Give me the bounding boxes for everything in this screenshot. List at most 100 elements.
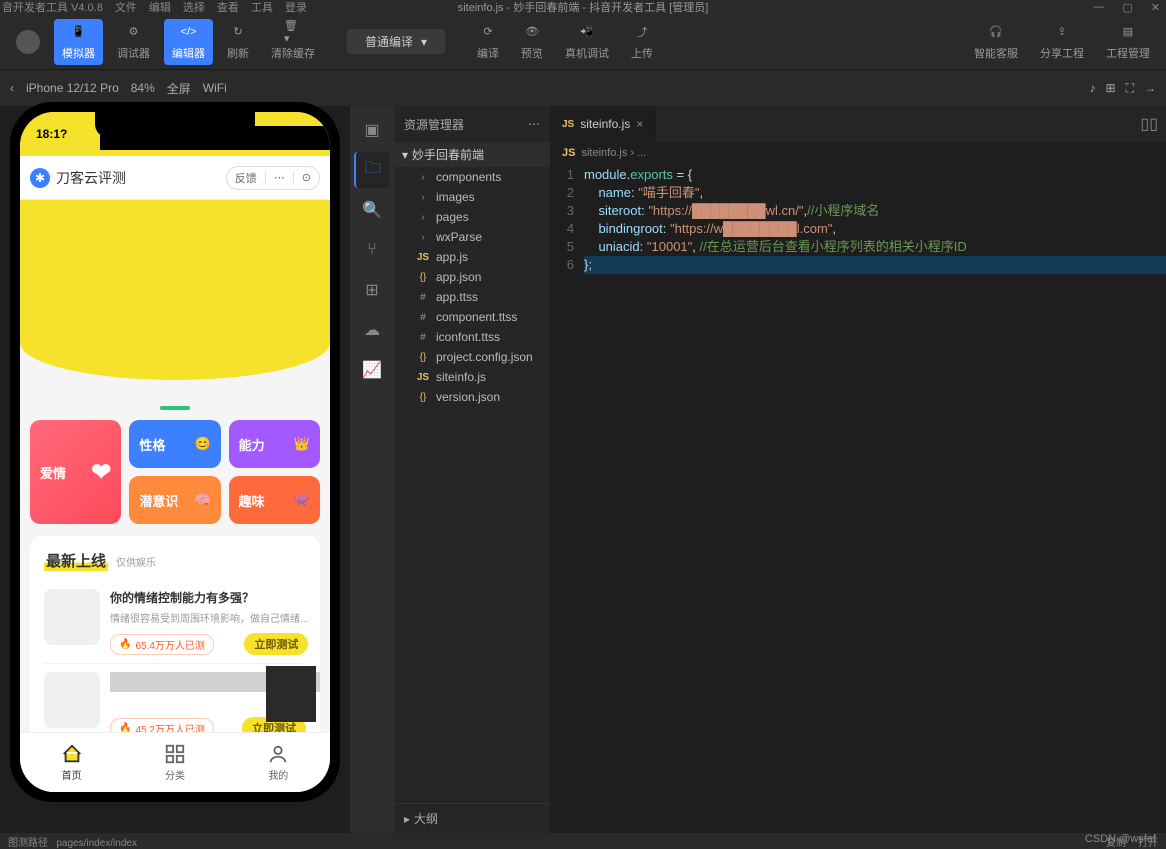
fire-tag: 🔥 65.4万万人已测 [110,634,214,655]
back-icon[interactable]: ‹ [10,81,14,95]
code-area[interactable]: 123456 module.exports = { name: "喵手回春", … [550,164,1166,833]
close-tab-icon[interactable]: × [636,117,643,131]
phone-frame: 18:1? ✱ 刀客云评测 反馈 ⋯ ⊙ [10,102,340,802]
upload-button[interactable]: ⤴上传 [623,19,661,65]
rail-extensions-icon[interactable]: ⊞ [354,272,390,308]
main: 18:1? ✱ 刀客云评测 反馈 ⋯ ⊙ [0,106,1166,833]
minimize-icon[interactable]: — [1093,1,1104,14]
grid-icon[interactable]: ⊞ [1106,81,1116,96]
rail-files-icon[interactable]: 🗀 [354,152,390,188]
section-title: 最新上线 [44,550,108,571]
zoom-select[interactable]: 84% [131,81,155,95]
phone-hero [20,200,330,380]
outline-section[interactable]: ▸ 大纲 [394,803,550,833]
category-love[interactable]: 爱情❤ [30,420,121,524]
explorer-title: 资源管理器 [404,116,464,133]
category-fun[interactable]: 趣味👾 [229,476,320,524]
list-item[interactable]: 你的情绪控制能力有多强？ 情绪很容易受到周围环境影响，做自己情绪... 🔥 65… [44,581,306,664]
thumbnail [44,672,100,728]
rail-home-icon[interactable]: ▣ [354,112,390,148]
rail-stats-icon[interactable]: 📈 [354,352,390,388]
phone-notch [95,112,255,138]
tab-category[interactable]: 分类 [123,733,226,792]
file-item[interactable]: #component.ttss [394,307,550,327]
maximize-icon[interactable]: ▢ [1122,1,1132,14]
real-button[interactable]: 📲真机调试 [557,19,617,65]
folder-item[interactable]: ›images [394,187,550,207]
simulator-pane: 18:1? ✱ 刀客云评测 反馈 ⋯ ⊙ [0,106,350,833]
file-item[interactable]: JSapp.js [394,247,550,267]
clear-cache-button[interactable]: 🗑 ▾清除缓存 [263,19,323,65]
menu-file[interactable]: 文件 [115,0,137,15]
rail-search-icon[interactable]: 🔍 [354,192,390,228]
more-icon[interactable]: ⋯ [528,117,540,131]
window-title: siteinfo.js - 妙手回春前端 - 抖音开发者工具 [管理员] [458,0,709,15]
project-root[interactable]: ▾ 妙手回春前端 [394,142,550,167]
fullscreen-button[interactable]: 全屏 [167,80,191,97]
simulator-button[interactable]: 📱模拟器 [54,19,103,65]
breadcrumb[interactable]: JS siteinfo.js › ... [550,142,1166,164]
editor-pane: JS siteinfo.js × ▯▯ JS siteinfo.js › ...… [550,106,1166,833]
titlebar: 音开发者工具 V4.0.8 文件 编辑 选择 查看 工具 登录 siteinfo… [0,0,1166,14]
device-select[interactable]: iPhone 12/12 Pro [26,81,119,95]
split-icon[interactable]: ▯▯ [1132,106,1166,142]
tab-mine[interactable]: 我的 [227,733,330,792]
simulator-bar: ‹ iPhone 12/12 Pro 84% 全屏 WiFi ♪ ⊞ ⛶ → [0,70,1166,106]
folder-item[interactable]: ›wxParse [394,227,550,247]
explorer: 资源管理器 ⋯ ▾ 妙手回春前端 ›components›images›page… [394,106,550,833]
rail-cloud-icon[interactable]: ☁ [354,312,390,348]
avatar[interactable] [8,26,48,58]
debugger-button[interactable]: ⚙调试器 [109,19,158,65]
editor-tab[interactable]: JS siteinfo.js × [550,106,656,142]
toolbar: 📱模拟器 ⚙调试器 </>编辑器 ↻刷新 🗑 ▾清除缓存 普通编译▾ ⟳编译 👁… [0,14,1166,70]
arrow-icon[interactable]: → [1144,81,1156,96]
watermark: CSDN @wsfef [1085,833,1156,845]
scan-icon[interactable]: ⛶ [1126,81,1134,96]
menu-select[interactable]: 选择 [183,0,205,15]
folder-item[interactable]: ›components [394,167,550,187]
phone-tabbar: 首页 分类 我的 [20,732,330,792]
rail-source-icon[interactable]: ⑂ [354,232,390,268]
preview-button[interactable]: 👁预览 [513,19,551,65]
file-item[interactable]: {}project.config.json [394,347,550,367]
close-icon[interactable]: ✕ [1151,1,1160,14]
menu-view[interactable]: 查看 [217,0,239,15]
category-ability[interactable]: 能力👑 [229,420,320,468]
status-path: 图测路径 pages/index/index [8,834,137,849]
share-button[interactable]: ⇪分享工程 [1032,19,1092,65]
file-item[interactable]: {}version.json [394,387,550,407]
menu-edit[interactable]: 编辑 [149,0,171,15]
menu-tool[interactable]: 工具 [251,0,273,15]
music-icon[interactable]: ♪ [1090,81,1096,96]
thumbnail [44,589,100,645]
file-item[interactable]: {}app.json [394,267,550,287]
capsule-button[interactable]: 反馈 ⋯ ⊙ [226,166,320,190]
menu-icon[interactable]: ⋯ [274,171,285,184]
compile-mode-select[interactable]: 普通编译▾ [347,29,445,54]
tab-home[interactable]: 首页 [20,733,123,792]
refresh-button[interactable]: ↻刷新 [219,19,257,65]
app-name: 音开发者工具 V4.0.8 [2,0,103,15]
manage-button[interactable]: ▤工程管理 [1098,19,1158,65]
menu-login[interactable]: 登录 [285,0,307,15]
file-item[interactable]: JSsiteinfo.js [394,367,550,387]
app-icon: ✱ [30,168,50,188]
network-select[interactable]: WiFi [203,81,227,95]
section-subtitle: 仅供娱乐 [116,554,156,569]
phone-time: 18:1? [36,127,67,141]
status-bar: 图测路径 pages/index/index 复制 打开 [0,833,1166,849]
file-item[interactable]: #app.ttss [394,287,550,307]
ai-button[interactable]: 🎧智能客服 [966,19,1026,65]
editor-button[interactable]: </>编辑器 [164,19,213,65]
file-item[interactable]: #iconfont.ttss [394,327,550,347]
activity-bar: ▣ 🗀 🔍 ⑂ ⊞ ☁ 📈 [350,106,394,833]
category-personality[interactable]: 性格😊 [129,420,220,468]
category-subconscious[interactable]: 潜意识🧠 [129,476,220,524]
build-button[interactable]: ⟳编译 [469,19,507,65]
editor-tabs: JS siteinfo.js × ▯▯ [550,106,1166,142]
phone-header: ✱ 刀客云评测 反馈 ⋯ ⊙ [20,156,330,200]
app-title: 刀客云评测 [56,168,220,188]
folder-item[interactable]: ›pages [394,207,550,227]
test-button[interactable]: 立即测试 [244,633,308,655]
close-capsule-icon[interactable]: ⊙ [302,171,311,184]
